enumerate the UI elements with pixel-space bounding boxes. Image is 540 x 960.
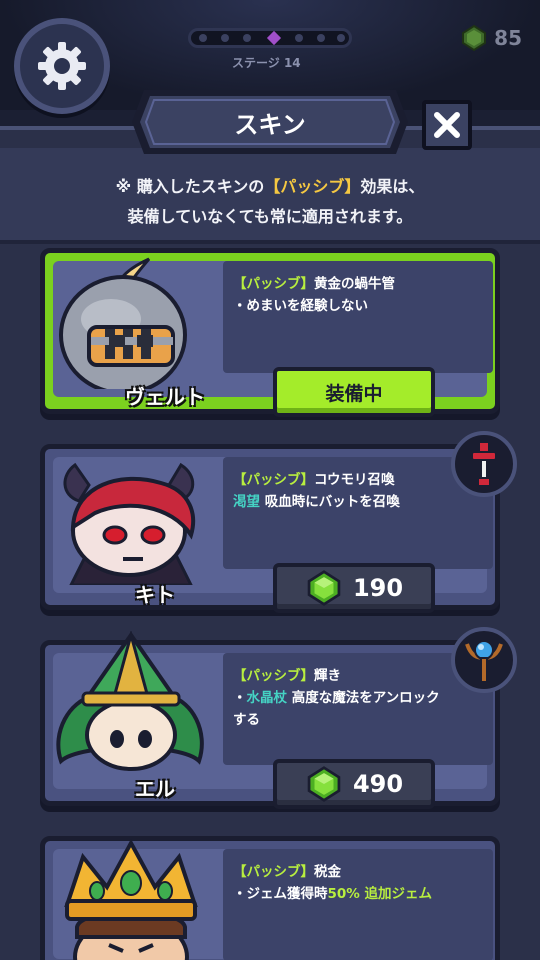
passive-tag: 【パッシブ】 [233, 472, 314, 488]
gem-icon [307, 570, 341, 606]
progress-dot [317, 34, 325, 42]
passive-tag: 【パッシブ】 [233, 668, 314, 684]
badge-staff [451, 627, 517, 693]
close-icon [434, 112, 460, 138]
settings-button[interactable] [14, 18, 110, 114]
passive-title: 【パッシブ】輝き [233, 665, 483, 687]
skin-card-king[interactable]: 【パッシブ】税金 ・ジェム獲得時50% 追加ジェム [40, 836, 500, 960]
sword-icon [471, 441, 497, 487]
progress-dot [243, 34, 251, 42]
skin-name: キト [135, 583, 175, 607]
stage-progress-bar [188, 28, 352, 48]
effect-text: ジェム獲得時 [246, 886, 328, 902]
gem-icon [307, 766, 341, 802]
current-stage-marker [266, 30, 282, 46]
passive-description: 【パッシブ】黄金の蝸牛管 ・めまいを経験しない [223, 261, 493, 373]
effect-text: 高度な魔法をアンロック [291, 690, 440, 706]
notice-prefix: ※ 購入したスキンの [115, 177, 265, 196]
effect-keyword: 水晶杖 [246, 690, 288, 706]
gear-icon [38, 42, 86, 90]
progress-dot [295, 34, 303, 42]
bullet: ・ [233, 298, 247, 314]
badge-sword [451, 431, 517, 497]
effect-text: 吸血時にバットを召喚 [264, 494, 400, 510]
king-portrait [64, 838, 198, 960]
passive-tag: 【パッシブ】 [233, 864, 314, 880]
passive-effect: 渇望 吸血時にバットを召喚 [233, 491, 483, 513]
progress-dot [221, 34, 229, 42]
crystal-staff-icon [465, 640, 503, 683]
gem-counter: 85 [460, 24, 522, 52]
bullet: ・ [233, 886, 247, 902]
passive-name: 税金 [314, 864, 341, 880]
price: 490 [352, 770, 404, 798]
skin-name: エル [135, 777, 175, 801]
passive-title: 【パッシブ】黄金の蝸牛管 [233, 273, 483, 295]
mage-portrait [56, 631, 204, 771]
bullet: ・ [233, 690, 247, 706]
skin-card-kito[interactable]: 【パッシブ】コウモリ召喚 渇望 吸血時にバットを召喚 キト 190 [40, 431, 517, 613]
notice-bracket: 【パッシブ】 [264, 177, 361, 196]
progress-dot [199, 34, 207, 42]
passive-name: 輝き [314, 668, 341, 684]
buy-button[interactable]: 490 [273, 759, 435, 809]
effect-bonus: 50% 追加ジェム [327, 886, 433, 902]
notice-line-1: ※ 購入したスキンの【パッシブ】効果は、 [0, 172, 540, 202]
effect-keyword: 渇望 [233, 494, 260, 510]
gem-icon [462, 24, 487, 52]
skin-name: ヴェルト [125, 385, 205, 409]
knight-portrait [59, 257, 187, 389]
passive-effect: ・水晶杖 高度な魔法をアンロック [233, 687, 483, 709]
passive-notice: ※ 購入したスキンの【パッシブ】効果は、 装備していなくても常に適用されます。 [0, 172, 540, 232]
passive-tag: 【パッシブ】 [233, 276, 314, 292]
vampire-portrait [63, 462, 196, 585]
equipped-button[interactable]: 装備中 [273, 367, 435, 417]
skin-card-el[interactable]: 【パッシブ】輝き ・水晶杖 高度な魔法をアンロック する エル 490 [40, 627, 517, 809]
gem-count-value: 85 [494, 26, 522, 50]
title-banner: スキン [130, 86, 410, 158]
passive-title: 【パッシブ】コウモリ召喚 [233, 469, 483, 491]
passive-name: コウモリ召喚 [314, 472, 395, 488]
page-title: スキン [234, 110, 306, 139]
close-button[interactable] [422, 100, 472, 150]
stage-label: ステージ 14 [232, 56, 301, 70]
progress-dot [337, 34, 345, 42]
notice-suffix: 効果は、 [360, 177, 425, 196]
passive-effect: ・めまいを経験しない [233, 295, 483, 317]
passive-description: 【パッシブ】税金 ・ジェム獲得時50% 追加ジェム [223, 849, 493, 960]
price: 190 [352, 574, 404, 602]
skin-card-velt[interactable]: 【パッシブ】黄金の蝸牛管 ・めまいを経験しない ヴェルト 装備中 [40, 248, 500, 417]
effect-text: めまいを経験しない [246, 298, 369, 314]
buy-button[interactable]: 190 [273, 563, 435, 613]
passive-name: 黄金の蝸牛管 [314, 276, 395, 292]
passive-effect: ・ジェム獲得時50% 追加ジェム [233, 883, 483, 905]
notice-line-2: 装備していなくても常に適用されます。 [127, 207, 413, 226]
passive-effect-cont: する [233, 712, 260, 728]
passive-title: 【パッシブ】税金 [233, 861, 483, 883]
